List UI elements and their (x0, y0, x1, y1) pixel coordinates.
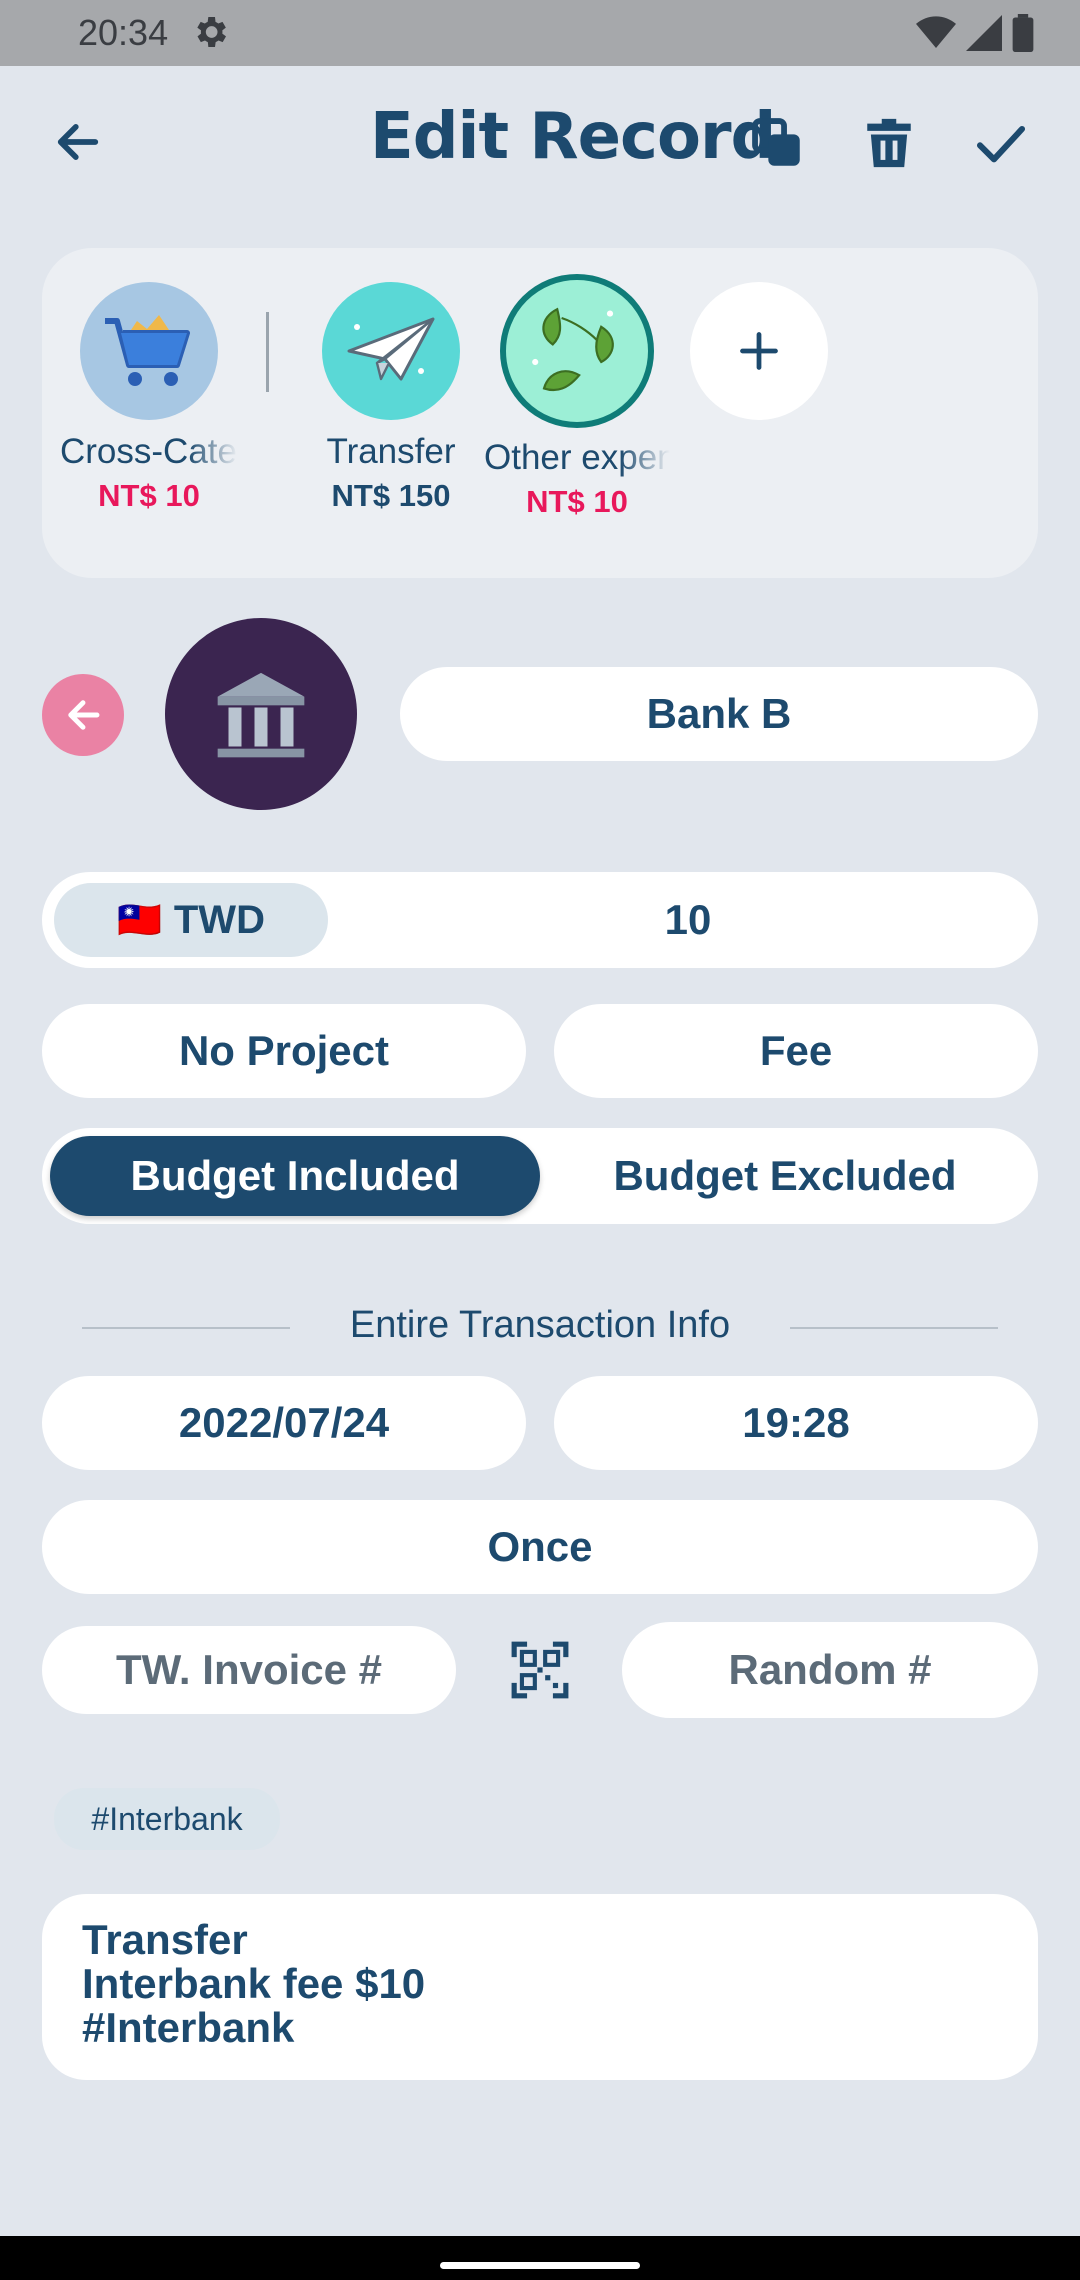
leaves-icon (500, 274, 654, 428)
note-line: Interbank fee $10 (82, 1960, 426, 2007)
currency-selector[interactable]: 🇹🇼 TWD (54, 883, 328, 957)
tag-chip[interactable]: #Interbank (54, 1788, 280, 1850)
note-line: Transfer (82, 1916, 248, 1963)
category-amount: NT$ 10 (526, 484, 628, 519)
taiwan-flag-icon: 🇹🇼 (117, 899, 162, 940)
category-divider (266, 312, 269, 392)
amount-input[interactable]: 10 (340, 872, 1036, 968)
plus-icon (740, 332, 778, 370)
date-value: 2022/07/24 (178, 1399, 390, 1446)
qr-scan-icon[interactable] (506, 1636, 574, 1704)
repeat-value: Once (487, 1523, 593, 1570)
type-selector[interactable]: Fee (554, 1004, 1038, 1098)
battery-icon (1012, 14, 1034, 57)
project-selector[interactable]: No Project (42, 1004, 526, 1098)
type-label: Fee (759, 1027, 833, 1074)
budget-included-option[interactable]: Budget Included (50, 1136, 540, 1216)
category-item-other-expense[interactable]: Other expense NT$ 10 (484, 274, 670, 520)
date-picker[interactable]: 2022/07/24 (42, 1376, 526, 1470)
budget-excluded-option[interactable]: Budget Excluded (540, 1136, 1030, 1216)
invoice-number-input[interactable]: TW. Invoice # (42, 1626, 456, 1714)
tag-label: #Interbank (91, 1800, 243, 1837)
duplicate-icon[interactable] (748, 114, 808, 174)
shopping-cart-icon (80, 282, 218, 420)
note-line: #Interbank (82, 2004, 295, 2051)
save-check-icon[interactable] (970, 112, 1032, 174)
category-item-cross-category[interactable]: Cross-Category NT$ 10 (60, 282, 238, 514)
page-title: Edit Record (370, 100, 776, 174)
time-picker[interactable]: 19:28 (554, 1376, 1038, 1470)
invoice-number-placeholder: TW. Invoice # (115, 1646, 383, 1693)
back-arrow-icon[interactable] (48, 112, 108, 172)
section-divider-right (790, 1327, 998, 1329)
currency-code: TWD (173, 897, 265, 942)
status-bar: 20:34 (0, 0, 1080, 66)
note-textarea[interactable]: Transfer Interbank fee $10 #Interbank (42, 1894, 1038, 2080)
category-name: Cross-Category (60, 432, 238, 472)
navigation-bar (0, 2236, 1080, 2280)
paper-plane-icon (322, 282, 460, 420)
delete-trash-icon[interactable] (858, 112, 920, 174)
signal-icon (966, 15, 1002, 56)
left-arrow-icon (68, 700, 100, 730)
account-selector[interactable]: Bank B (400, 667, 1038, 761)
section-label: Entire Transaction Info (349, 1304, 731, 1346)
bank-icon (217, 672, 305, 758)
settings-gear-icon (190, 12, 230, 57)
category-name: Transfer (326, 432, 456, 471)
category-amount: NT$ 150 (331, 478, 451, 513)
account-bank-button[interactable] (165, 618, 357, 810)
project-label: No Project (178, 1027, 390, 1074)
category-item-transfer[interactable]: Transfer NT$ 150 (302, 282, 480, 514)
category-name: Other expense (484, 438, 670, 478)
status-time: 20:34 (78, 12, 169, 53)
section-divider-left (82, 1327, 290, 1329)
category-amount: NT$ 10 (98, 478, 200, 513)
account-name: Bank B (646, 690, 792, 737)
time-value: 19:28 (742, 1399, 850, 1446)
random-number-placeholder: Random # (728, 1646, 932, 1693)
swap-direction-button[interactable] (42, 674, 124, 756)
random-number-input[interactable]: Random # (622, 1622, 1038, 1718)
home-gesture-handle[interactable] (440, 2262, 640, 2269)
add-category-button[interactable] (690, 282, 828, 420)
wifi-icon (916, 15, 956, 56)
repeat-selector[interactable]: Once (42, 1500, 1038, 1594)
